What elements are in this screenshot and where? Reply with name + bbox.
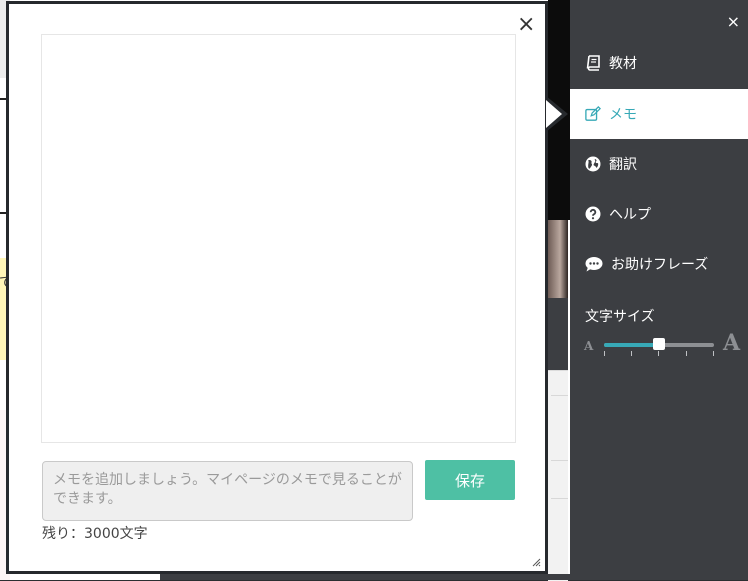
sidebar-item-label: メモ [609, 107, 637, 123]
sidebar-item-label: お助けフレーズ [611, 257, 709, 273]
slider-tick [604, 351, 605, 356]
background-bottom-bar [160, 574, 570, 580]
save-button[interactable]: 保存 [425, 460, 515, 500]
font-size-label: 文字サイズ [585, 309, 655, 325]
font-size-slider-thumb[interactable] [653, 338, 665, 350]
slider-tick [713, 351, 714, 356]
background-panel-dark [548, 298, 568, 370]
memo-modal: × 保存 残り：3000文字 [9, 4, 545, 571]
chat-bubble-icon [585, 256, 603, 272]
sidebar-item-label: 翻訳 [609, 157, 637, 173]
question-circle-icon [585, 206, 601, 222]
sidebar-item-help[interactable]: ヘルプ [570, 189, 748, 239]
sidebar-close-button[interactable]: × [727, 12, 740, 31]
sidebar-item-translate[interactable]: 翻訳 [570, 139, 748, 189]
sidebar-item-memo[interactable]: メモ [570, 89, 748, 139]
sidebar-item-label: 教材 [609, 56, 637, 72]
remaining-characters: 残り：3000文字 [42, 526, 148, 542]
sidebar-item-helpful-phrases[interactable]: お助けフレーズ [570, 239, 748, 289]
sidebar-item-label: ヘルプ [609, 207, 651, 223]
font-size-slider-fill [604, 343, 659, 347]
modal-close-button[interactable]: × [517, 14, 535, 36]
resize-handle-icon[interactable] [532, 558, 541, 567]
font-size-small-glyph: A [584, 339, 594, 353]
book-icon [585, 55, 601, 71]
slider-tick [631, 351, 632, 356]
font-size-slider[interactable] [604, 338, 714, 350]
background-photo [548, 220, 568, 298]
background-divider [551, 498, 568, 499]
background-divider [551, 395, 568, 396]
background-panel-light [548, 370, 568, 581]
tool-sidebar: × 教材 メモ 翻訳 ヘルプ お助けフレーズ 文字サイズ A A [570, 0, 748, 580]
slider-tick [658, 351, 659, 356]
background-divider [551, 460, 568, 461]
memo-list-area [41, 34, 516, 443]
edit-icon [585, 106, 601, 122]
memo-input[interactable] [42, 461, 413, 521]
sidebar-item-textbook[interactable]: 教材 [570, 38, 748, 88]
slider-tick [686, 351, 687, 356]
font-size-large-glyph: A [723, 330, 741, 356]
modal-pointer-arrow-inner [546, 100, 562, 128]
globe-icon [585, 156, 601, 172]
